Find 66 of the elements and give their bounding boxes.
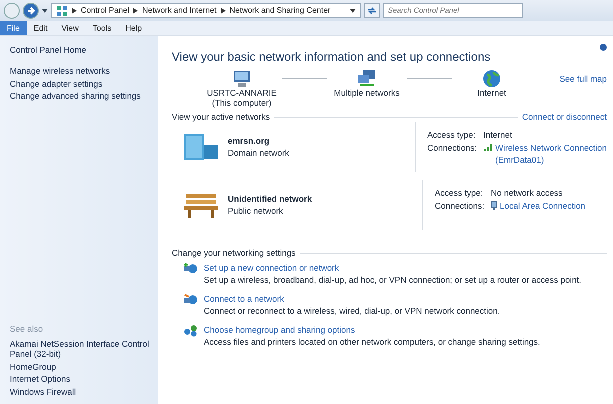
connection-link[interactable]: Wireless Network Connection <box>496 143 607 154</box>
menu-item[interactable]: Help <box>118 21 150 35</box>
access-type-value: Internet <box>484 130 512 140</box>
dropdown-caret-icon[interactable] <box>42 8 48 12</box>
connection-link[interactable]: Local Area Connection <box>500 201 586 212</box>
access-type-label: Access type: <box>428 130 477 140</box>
chevron-icon <box>133 8 138 14</box>
task-link[interactable]: Connect to a network <box>204 294 500 304</box>
sidebar-link[interactable]: Windows Firewall <box>10 388 150 398</box>
map-node-label: Internet <box>478 88 506 98</box>
connections-label: Connections: <box>428 143 478 156</box>
refresh-icon <box>367 6 377 16</box>
globe-icon <box>482 70 502 88</box>
task-description: Access files and printers located on other network computers, or change sharing settings. <box>204 337 540 348</box>
connections-label: Connections: <box>435 201 486 212</box>
chevron-icon <box>220 8 226 14</box>
network-adapter-icon <box>491 201 497 210</box>
network-computers-icon <box>357 70 377 88</box>
signal-bars-icon <box>484 143 493 152</box>
dropdown-caret-icon[interactable] <box>350 8 356 12</box>
menu-item[interactable]: View <box>54 21 86 35</box>
sidebar-link[interactable]: HomeGroup <box>10 362 150 372</box>
menu-item[interactable]: Tools <box>86 21 119 35</box>
section-heading: View your active networks <box>172 112 270 122</box>
homegroup-icon <box>184 325 198 338</box>
map-node-sublabel: (This computer) <box>212 98 272 108</box>
access-type-label: Access type: <box>435 188 484 198</box>
task-link[interactable]: Set up a new connection or network <box>204 263 582 274</box>
access-type-value: No network access <box>491 188 563 198</box>
forward-button[interactable] <box>23 2 39 18</box>
sidebar-link[interactable]: Change adapter settings <box>10 80 150 90</box>
page-title: View your basic network information and set up connections <box>172 50 491 64</box>
address-field[interactable]: Control Panel Network and Internet Network and Sharing Center <box>51 3 361 18</box>
see-also-heading: See also <box>10 324 44 334</box>
section-heading: Change your networking settings <box>172 248 296 258</box>
task-description: Set up a wireless, broadband, dial-up, ad hoc, or VPN connection; or set up a router or access point. <box>204 275 582 286</box>
arrow-icon <box>25 4 37 16</box>
chevron-icon <box>72 8 77 14</box>
connect-disconnect-link[interactable]: Connect or disconnect <box>522 112 607 122</box>
sidebar-link[interactable]: Internet Options <box>10 375 150 386</box>
refresh-button[interactable] <box>364 3 380 18</box>
network-name: emrsn.org <box>228 136 271 146</box>
domain-building-icon <box>182 132 220 162</box>
network-type[interactable]: Public network <box>228 206 312 216</box>
breadcrumb[interactable]: Network and Sharing Center <box>230 6 331 15</box>
new-connection-icon <box>184 263 198 276</box>
task-link[interactable]: Choose homegroup and sharing options <box>204 325 540 336</box>
map-node-label: Multiple networks <box>334 88 400 98</box>
control-panel-icon <box>56 4 68 16</box>
menu-item[interactable]: Edit <box>26 21 55 35</box>
menu-item[interactable]: File <box>0 21 27 35</box>
network-type[interactable]: Domain network <box>228 148 290 158</box>
connection-detail-link[interactable]: (EmrData01) <box>496 155 607 166</box>
network-name: Unidentified network <box>228 194 312 204</box>
sidebar-link[interactable]: Manage wireless networks <box>10 66 150 77</box>
see-full-map-link[interactable]: See full map <box>560 74 607 84</box>
breadcrumb[interactable]: Control Panel <box>81 6 130 15</box>
map-node-label: USRTC-ANNARIE <box>207 88 277 98</box>
sidebar-link[interactable]: Change advanced sharing settings <box>10 92 150 102</box>
help-icon[interactable] <box>600 44 607 51</box>
computer-icon <box>232 70 252 88</box>
task-description: Connect or reconnect to a wireless, wired, dial-up, or VPN network connection. <box>204 306 500 316</box>
breadcrumb[interactable]: Network and Internet <box>142 6 217 15</box>
sidebar-link[interactable]: Akamai NetSession Interface Control Panel (32-bit) <box>10 340 150 360</box>
connect-network-icon <box>184 294 198 306</box>
sidebar-link[interactable]: Control Panel Home <box>10 46 150 56</box>
